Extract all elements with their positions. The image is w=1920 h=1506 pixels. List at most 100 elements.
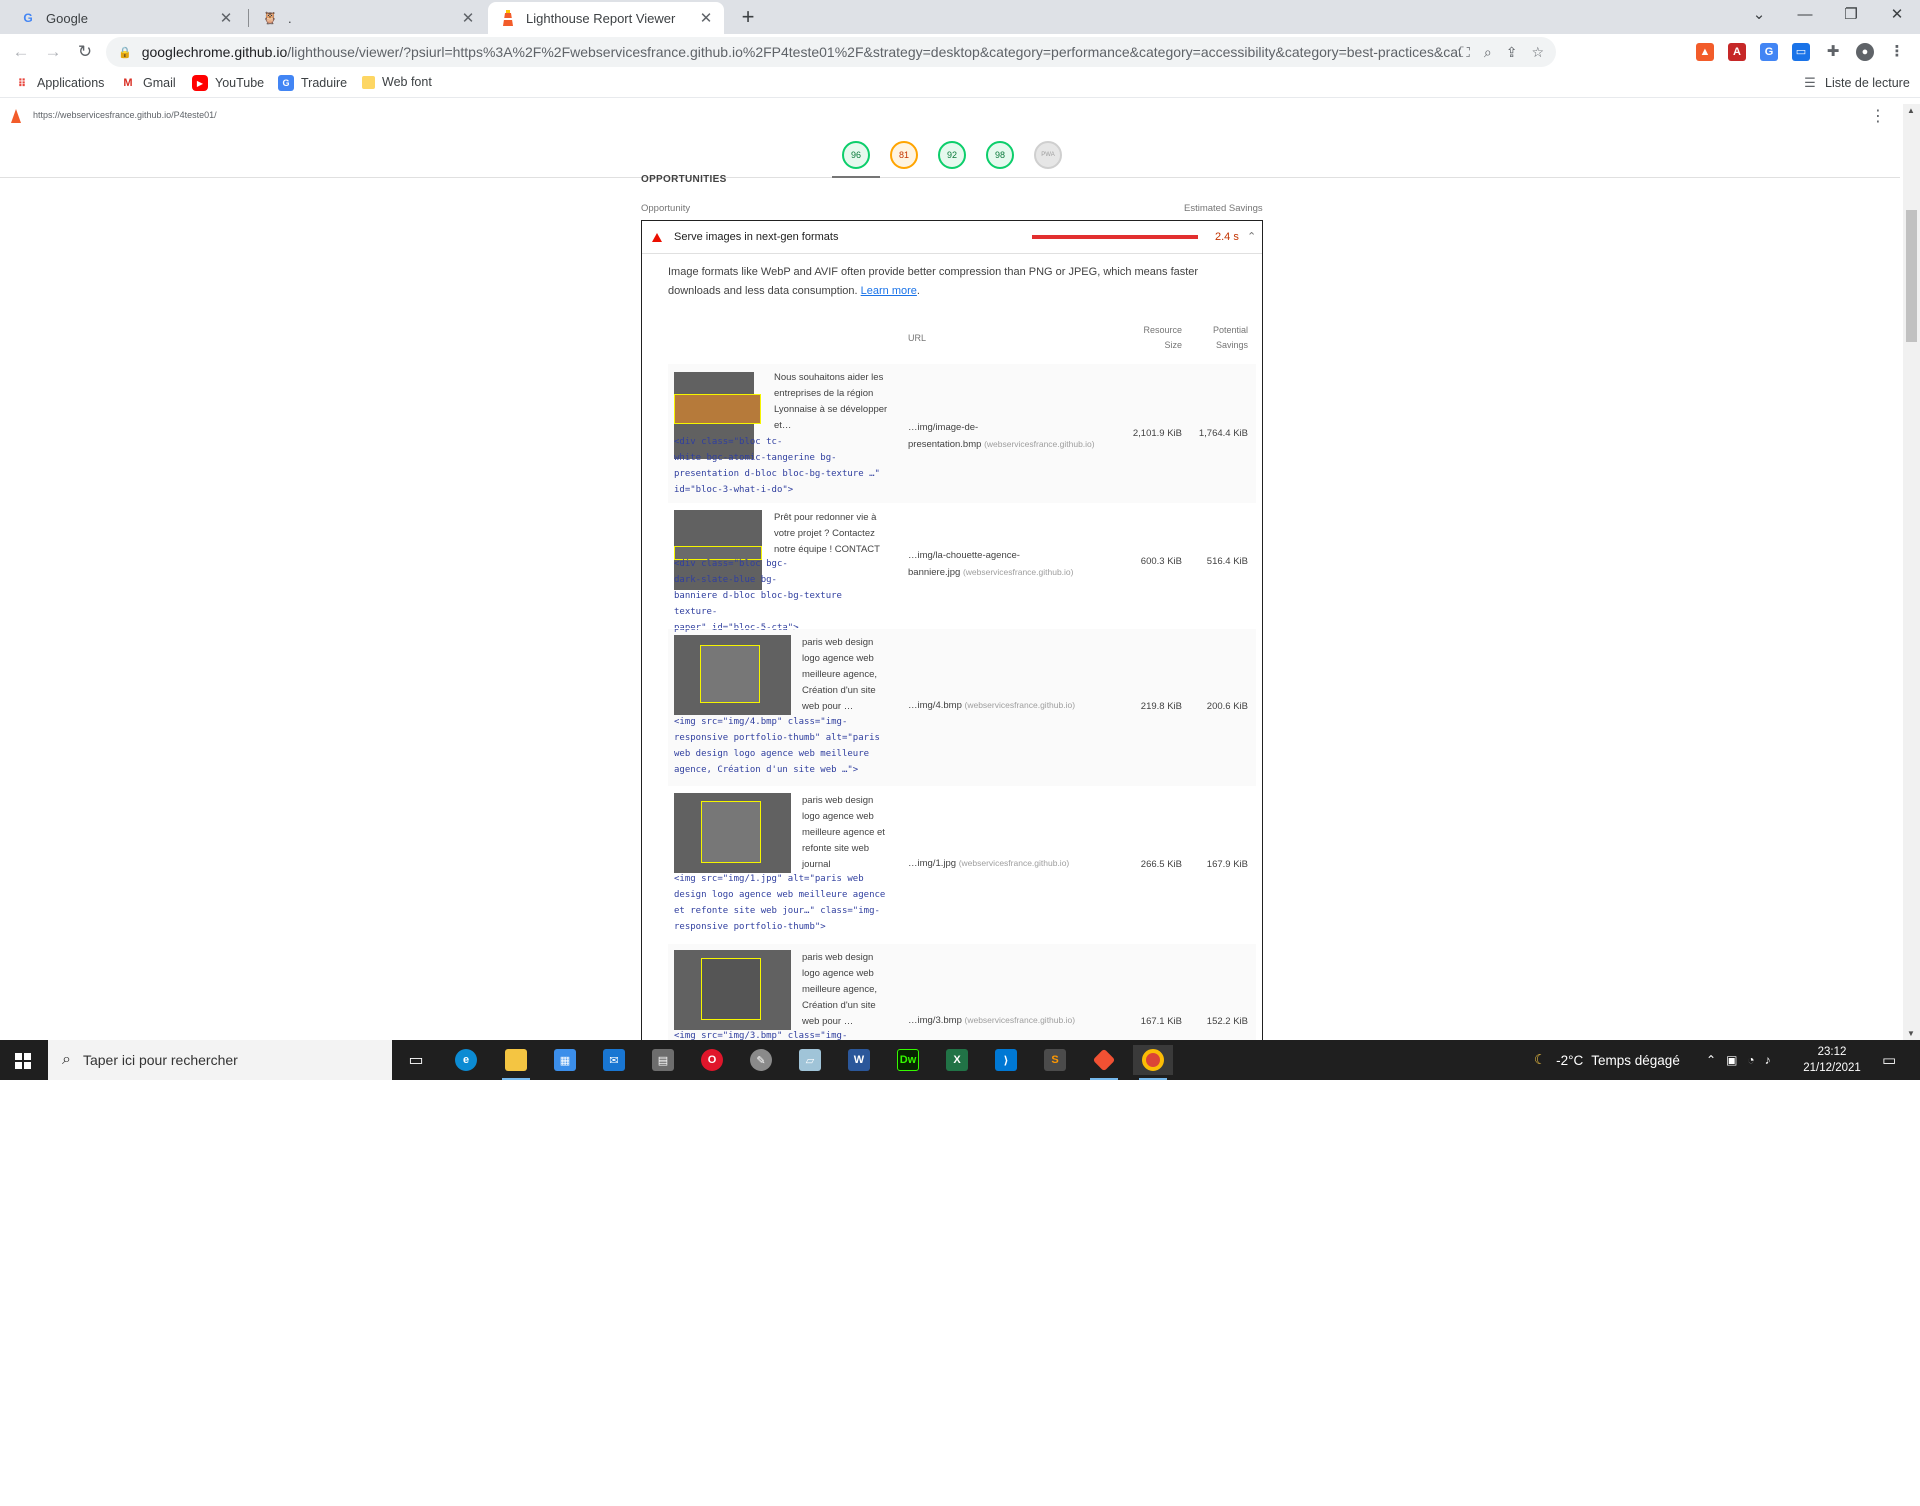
node-snippet[interactable]: <div class="bloc tc-white bgc-atomic-tan…: [674, 434, 889, 498]
resource-url[interactable]: …img/la-chouette-agence-banniere.jpg (we…: [908, 548, 1098, 581]
calculator-icon[interactable]: ▤: [643, 1045, 683, 1075]
close-icon[interactable]: ✕: [698, 9, 714, 27]
element-screenshot[interactable]: [674, 950, 791, 1030]
close-icon[interactable]: ✕: [218, 9, 234, 27]
cast-extension-icon[interactable]: ▭: [1792, 43, 1810, 61]
learn-more-link[interactable]: Learn more: [861, 285, 917, 297]
minimize-button[interactable]: —: [1782, 0, 1828, 32]
extensions-puzzle-icon[interactable]: ✚: [1824, 43, 1842, 61]
clock[interactable]: 23:12 21/12/2021: [1790, 1044, 1874, 1076]
node-label-line: logo agence web: [802, 653, 874, 664]
excel-icon[interactable]: X: [937, 1045, 977, 1075]
resource-url[interactable]: …img/3.bmp (webservicesfrance.github.io): [908, 1012, 1098, 1029]
volume-icon[interactable]: ♪: [1765, 1053, 1771, 1067]
taskbar-search[interactable]: ⌕ Taper ici pour rechercher: [48, 1040, 392, 1080]
wifi-icon[interactable]: ◔: [1747, 1053, 1754, 1067]
potential-savings: 516.4 KiB: [1206, 556, 1248, 567]
vscode-icon[interactable]: ⟩: [986, 1045, 1026, 1075]
audit-summary[interactable]: Serve images in next-gen formats 2.4 s ⌃: [642, 221, 1262, 254]
pdf-extension-icon[interactable]: A: [1728, 43, 1746, 61]
report-page-url[interactable]: https://webservicesfrance.github.io/P4te…: [33, 110, 217, 120]
url-domain: (webservicesfrance.github.io): [962, 567, 1074, 577]
forward-button[interactable]: →: [40, 39, 66, 65]
reload-button[interactable]: ↻: [72, 39, 98, 65]
table-row: paris web design logo agence web meilleure…: [668, 628, 1256, 786]
tab-webservices[interactable]: 🦉 . ✕: [250, 2, 486, 34]
store-icon[interactable]: ▦: [545, 1045, 585, 1075]
translate-extension-icon[interactable]: G: [1760, 43, 1778, 61]
weather-widget[interactable]: ☾ -2°C Temps dégagé: [1534, 1040, 1680, 1080]
meet-now-icon[interactable]: ▣: [1726, 1053, 1737, 1067]
table-row: paris web design logo agence web meilleure…: [668, 786, 1256, 943]
bookmark-applications[interactable]: ⠿ Applications: [14, 75, 105, 91]
tab-google[interactable]: G Google ✕: [8, 2, 244, 34]
report-menu-icon[interactable]: ⋮: [1870, 106, 1886, 126]
bookmark-gmail[interactable]: M Gmail: [120, 75, 175, 91]
node-snippet[interactable]: <img src="img/4.bmp" class="img-responsi…: [674, 714, 889, 778]
new-tab-button[interactable]: +: [736, 5, 760, 29]
lighthouse-extension-icon[interactable]: ▲: [1696, 43, 1714, 61]
node-snippet[interactable]: <img src="img/3.bmp" class="img-: [674, 1028, 889, 1040]
element-screenshot[interactable]: [674, 635, 791, 715]
git-icon[interactable]: [1084, 1045, 1124, 1080]
node-snippet[interactable]: <img src="img/1.jpg" alt="paris web desig…: [674, 871, 889, 935]
paint-icon[interactable]: ✎: [741, 1045, 781, 1075]
restore-button[interactable]: ❐: [1828, 0, 1874, 32]
element-highlight: [700, 645, 760, 703]
bookmark-traduire[interactable]: G Traduire: [278, 75, 347, 91]
element-screenshot[interactable]: [674, 793, 791, 873]
chrome-menu-icon[interactable]: ⋮: [1888, 43, 1906, 61]
opera-icon[interactable]: O: [692, 1045, 732, 1075]
score-gauge-pwa[interactable]: PWA: [1034, 141, 1062, 169]
url-line: …img/la-chouette-agence-: [908, 550, 1020, 561]
chrome-icon[interactable]: [1133, 1045, 1173, 1080]
tab-title: Lighthouse Report Viewer: [526, 10, 676, 26]
notifications-icon[interactable]: ▭: [1882, 1040, 1896, 1080]
bookmark-youtube[interactable]: ▶ YouTube: [192, 75, 264, 91]
scroll-up-icon[interactable]: ▲: [1907, 106, 1915, 115]
profile-avatar-icon[interactable]: ●: [1856, 43, 1874, 61]
word-icon[interactable]: W: [839, 1045, 879, 1075]
close-icon[interactable]: ✕: [460, 9, 476, 27]
bookmark-label: YouTube: [215, 76, 265, 90]
tab-search-button[interactable]: ⌄: [1736, 0, 1782, 32]
reading-list-button[interactable]: ☰ Liste de lecture: [1802, 75, 1910, 91]
address-bar[interactable]: 🔒 googlechrome.github.io/lighthouse/view…: [106, 37, 1556, 67]
share-icon[interactable]: ⇪: [1506, 44, 1518, 61]
node-snippet-line: responsive portfolio-thumb">: [674, 922, 826, 932]
file-explorer-icon[interactable]: [496, 1045, 536, 1080]
task-view-icon[interactable]: ▭: [396, 1045, 436, 1075]
resource-url[interactable]: …img/4.bmp (webservicesfrance.github.io): [908, 697, 1098, 714]
scroll-down-icon[interactable]: ▼: [1907, 1029, 1915, 1038]
dreamweaver-icon[interactable]: Dw: [888, 1045, 928, 1075]
score-gauge-seo[interactable]: 98: [986, 141, 1014, 169]
resource-url[interactable]: …img/image-de-presentation.bmp (webservi…: [908, 420, 1098, 453]
score-gauge-accessibility[interactable]: 81: [890, 141, 918, 169]
translate-icon[interactable]: ⛶: [1460, 44, 1470, 61]
edge-icon[interactable]: e: [446, 1045, 486, 1075]
audit-description: Image formats like WebP and AVIF often p…: [668, 263, 1252, 301]
close-window-button[interactable]: ✕: [1874, 0, 1920, 32]
zoom-icon[interactable]: ⌕: [1484, 44, 1492, 61]
mail-icon[interactable]: ✉: [594, 1045, 634, 1075]
tab-separator: [248, 9, 249, 27]
resource-url[interactable]: …img/1.jpg (webservicesfrance.github.io): [908, 855, 1098, 872]
sublime-icon[interactable]: S: [1035, 1045, 1075, 1075]
node-snippet[interactable]: <div class="bloc bgc-dark-slate-blue bg-…: [674, 556, 889, 636]
tab-lighthouse[interactable]: Lighthouse Report Viewer ✕: [488, 2, 724, 34]
header-line: Size: [1164, 340, 1182, 350]
chevron-up-icon[interactable]: ⌃: [1706, 1053, 1716, 1067]
resource-size: 219.8 KiB: [1140, 701, 1182, 712]
back-button[interactable]: ←: [8, 39, 34, 65]
scrollbar-thumb[interactable]: [1906, 210, 1917, 342]
page-scrollbar[interactable]: ▲ ▼: [1903, 104, 1920, 1040]
bookmark-star-icon[interactable]: ☆: [1531, 44, 1544, 61]
notes-icon[interactable]: ▱: [790, 1045, 830, 1075]
chevron-up-icon[interactable]: ⌃: [1247, 230, 1256, 243]
score-gauge-best-practices[interactable]: 92: [938, 141, 966, 169]
score-gauge-performance[interactable]: 96: [842, 141, 870, 169]
bookmark-web-font[interactable]: Web font: [362, 75, 432, 89]
lock-icon[interactable]: 🔒: [118, 46, 132, 59]
start-button[interactable]: [0, 1040, 46, 1080]
period: .: [916, 285, 920, 297]
